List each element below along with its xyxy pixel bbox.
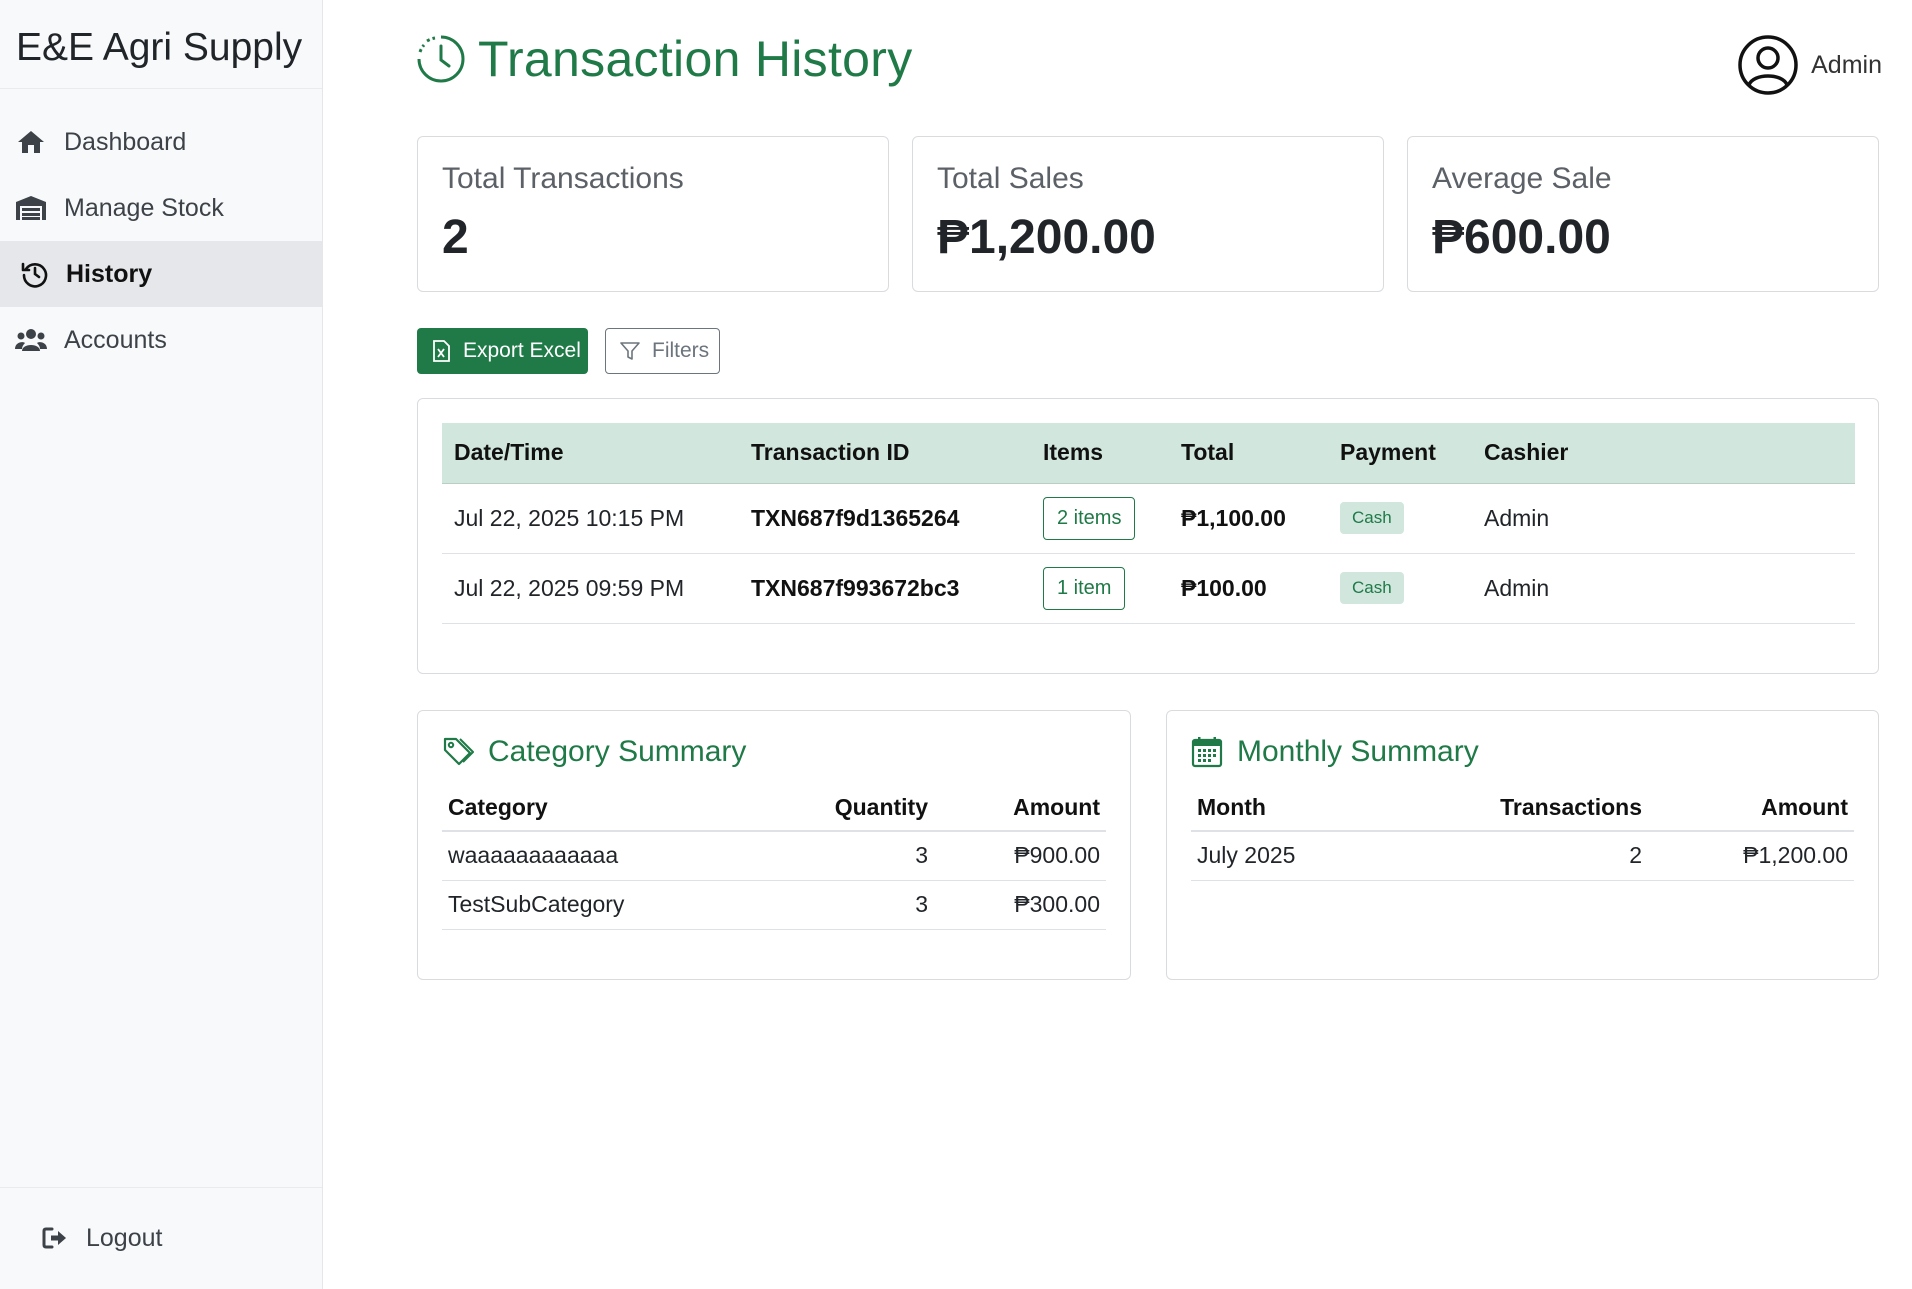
export-excel-button[interactable]: Export Excel [417, 328, 588, 374]
cell-transactions: 2 [1448, 831, 1648, 881]
export-excel-label: Export Excel [463, 339, 581, 362]
stat-label: Average Sale [1432, 162, 1612, 195]
user-name: Admin [1811, 50, 1882, 79]
cell-transaction-id: TXN687f9d1365264 [739, 483, 1031, 554]
cell-payment: Cash [1328, 483, 1472, 554]
cell-items: 1 item [1031, 553, 1169, 624]
column-header: Category [442, 785, 774, 832]
filters-label: Filters [652, 339, 710, 362]
cell-quantity: 3 [774, 880, 934, 930]
category-summary-table: Category Quantity Amount waaaaaaaaaaaa 3… [442, 785, 1106, 930]
stat-label: Total Transactions [442, 162, 684, 195]
sidebar-item-label: Manage Stock [64, 193, 224, 222]
brand-title: E&E Agri Supply [0, 0, 322, 89]
sidebar-item-accounts[interactable]: Accounts [0, 307, 322, 373]
table-header-row: Month Transactions Amount [1191, 785, 1854, 832]
cell-category: TestSubCategory [442, 880, 774, 930]
calendar-icon [1191, 736, 1223, 768]
table-row: waaaaaaaaaaaa 3 ₱900.00 [442, 831, 1106, 881]
table-header-row: Date/Time Transaction ID Items Total Pay… [442, 423, 1855, 484]
clock-history-icon [416, 34, 466, 84]
column-header: Transaction ID [739, 423, 1031, 484]
warehouse-icon [14, 191, 48, 225]
stat-label: Total Sales [937, 162, 1084, 195]
category-summary-title-text: Category Summary [488, 735, 747, 768]
transactions-table: Date/Time Transaction ID Items Total Pay… [442, 423, 1855, 624]
home-icon [14, 125, 48, 159]
history-icon [18, 257, 52, 291]
funnel-icon [620, 341, 640, 361]
filters-button[interactable]: Filters [605, 328, 720, 374]
cell-amount: ₱900.00 [934, 831, 1106, 881]
table-header-row: Category Quantity Amount [442, 785, 1106, 832]
monthly-summary-panel: Monthly Summary Month Transactions Amoun… [1166, 710, 1879, 980]
column-header: Month [1191, 785, 1448, 832]
sidebar: E&E Agri Supply Dashboard Manage Stock H… [0, 0, 323, 1289]
items-button[interactable]: 2 items [1043, 496, 1136, 540]
sidebar-nav: Dashboard Manage Stock History Accounts [0, 89, 322, 373]
table-row: Jul 22, 2025 10:15 PM TXN687f9d1365264 2… [442, 483, 1855, 554]
stat-value: 2 [442, 211, 469, 264]
cell-cashier: Admin [1472, 553, 1855, 624]
cell-month: July 2025 [1191, 831, 1448, 881]
column-header: Items [1031, 423, 1169, 484]
column-header: Transactions [1448, 785, 1648, 832]
page-title-text: Transaction History [478, 31, 913, 87]
stat-card-total-transactions: Total Transactions 2 [417, 136, 889, 292]
cell-quantity: 3 [774, 831, 934, 881]
cell-amount: ₱300.00 [934, 880, 1106, 930]
cell-datetime: Jul 22, 2025 10:15 PM [442, 483, 739, 554]
cell-datetime: Jul 22, 2025 09:59 PM [442, 553, 739, 624]
cell-category: waaaaaaaaaaaa [442, 831, 774, 881]
category-summary-panel: Category Summary Category Quantity Amoun… [417, 710, 1131, 980]
column-header: Amount [1648, 785, 1854, 832]
items-button[interactable]: 1 item [1043, 566, 1126, 610]
sidebar-item-label: Dashboard [64, 127, 187, 156]
column-header: Amount [934, 785, 1106, 832]
cell-payment: Cash [1328, 553, 1472, 624]
sidebar-item-history[interactable]: History [0, 241, 322, 307]
column-header: Total [1169, 423, 1328, 484]
sidebar-footer: Logout [0, 1187, 322, 1289]
column-header: Date/Time [442, 423, 739, 484]
monthly-summary-table: Month Transactions Amount July 2025 2 ₱1… [1191, 785, 1854, 881]
cell-cashier: Admin [1472, 483, 1855, 554]
user-menu[interactable]: Admin [1737, 34, 1882, 96]
sidebar-item-dashboard[interactable]: Dashboard [0, 109, 322, 175]
monthly-summary-title: Monthly Summary [1191, 735, 1479, 769]
page-title: Transaction History [416, 30, 913, 88]
category-summary-title: Category Summary [442, 735, 746, 769]
cell-amount: ₱1,200.00 [1648, 831, 1854, 881]
cell-total: ₱100.00 [1169, 553, 1328, 624]
column-header: Quantity [774, 785, 934, 832]
table-row: Jul 22, 2025 09:59 PM TXN687f993672bc3 1… [442, 553, 1855, 624]
logout-label: Logout [86, 1223, 163, 1252]
cell-items: 2 items [1031, 483, 1169, 554]
users-icon [14, 323, 48, 357]
table-row: TestSubCategory 3 ₱300.00 [442, 880, 1106, 930]
excel-file-icon [431, 340, 451, 362]
payment-badge: Cash [1340, 502, 1404, 534]
cell-transaction-id: TXN687f993672bc3 [739, 553, 1031, 624]
stat-value: ₱600.00 [1432, 211, 1611, 264]
stat-card-average-sale: Average Sale ₱600.00 [1407, 136, 1879, 292]
stat-value: ₱1,200.00 [937, 211, 1156, 264]
transactions-panel: Date/Time Transaction ID Items Total Pay… [417, 398, 1879, 674]
tags-icon [442, 736, 474, 768]
sidebar-item-manage-stock[interactable]: Manage Stock [0, 175, 322, 241]
user-circle-icon [1737, 34, 1799, 96]
logout-button[interactable]: Logout [40, 1223, 162, 1253]
sidebar-item-label: Accounts [64, 325, 167, 354]
sidebar-item-label: History [66, 259, 153, 288]
column-header: Cashier [1472, 423, 1855, 484]
cell-total: ₱1,100.00 [1169, 483, 1328, 554]
logout-icon [40, 1223, 70, 1253]
payment-badge: Cash [1340, 572, 1404, 604]
table-row: July 2025 2 ₱1,200.00 [1191, 831, 1854, 881]
stat-card-total-sales: Total Sales ₱1,200.00 [912, 136, 1384, 292]
column-header: Payment [1328, 423, 1472, 484]
monthly-summary-title-text: Monthly Summary [1237, 735, 1479, 768]
